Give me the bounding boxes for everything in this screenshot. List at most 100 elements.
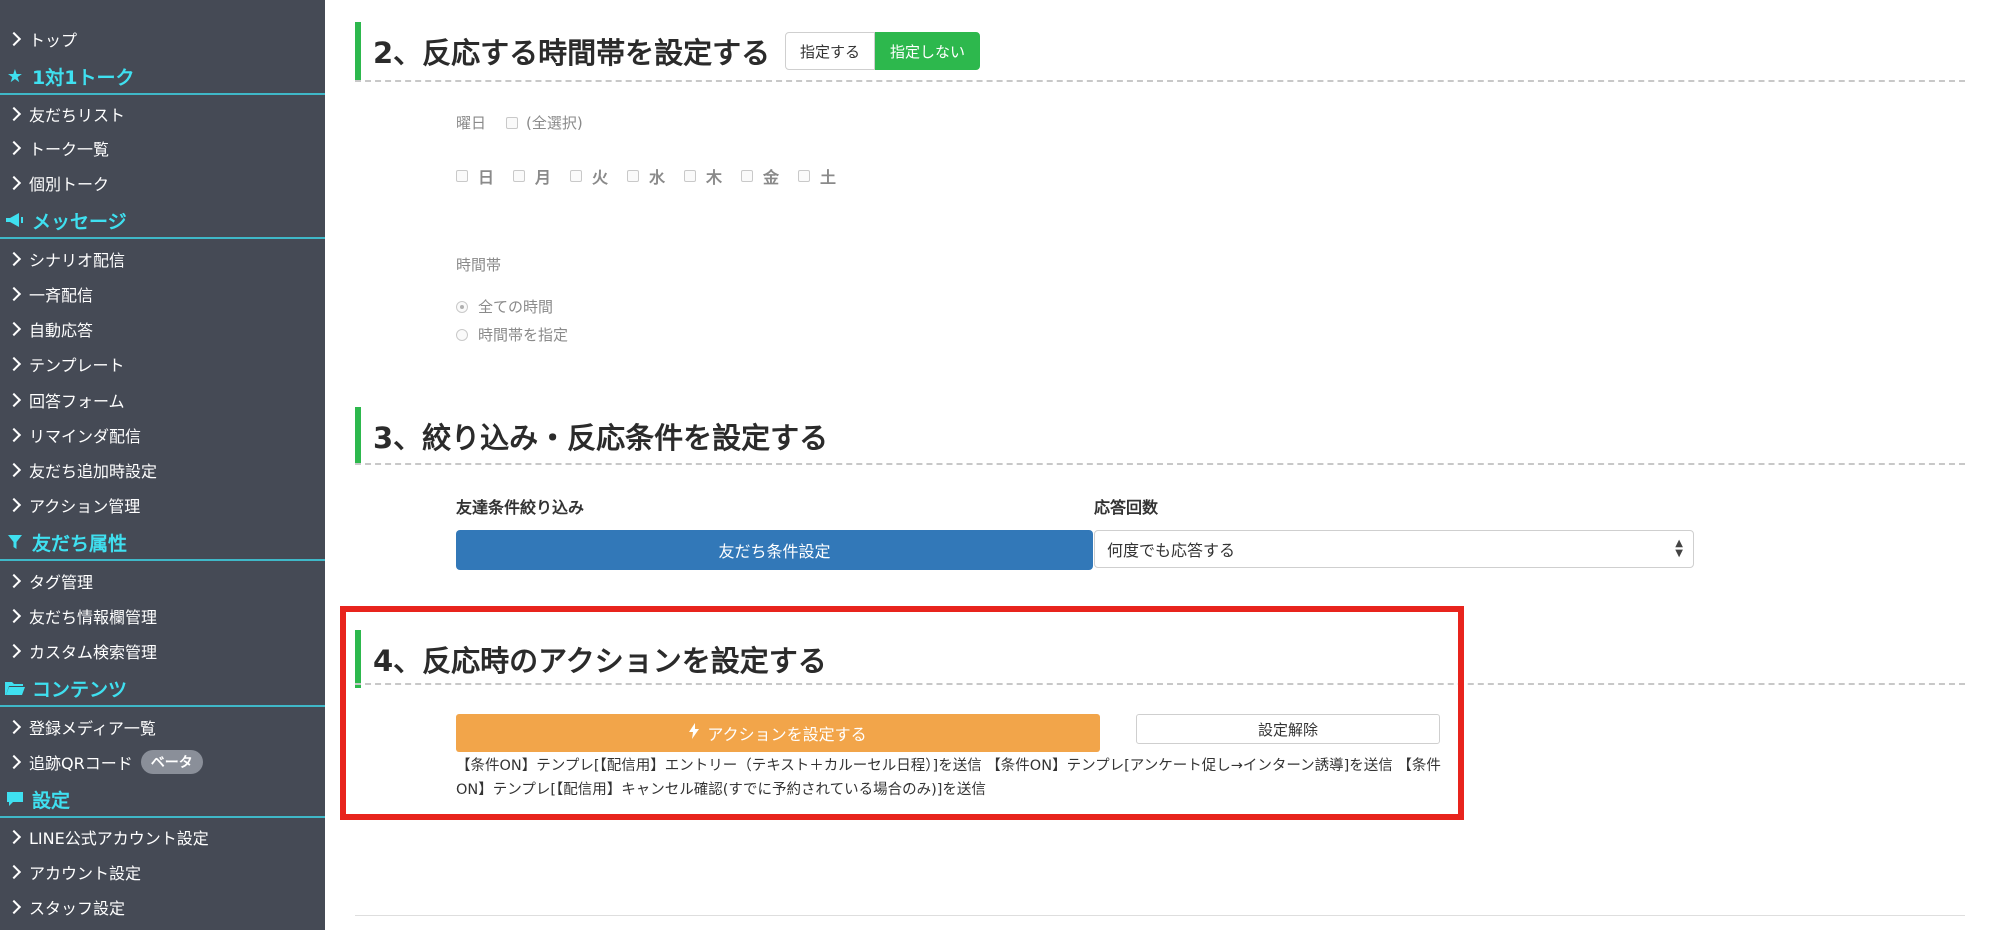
day-checkbox[interactable] xyxy=(684,170,696,182)
day-label: 水 xyxy=(649,168,666,187)
response-count-value: 何度でも応答する xyxy=(1107,541,1236,560)
sidebar-section-talk: ★ 1対1トーク xyxy=(0,59,325,95)
sidebar-item-action-manage[interactable]: アクション管理 xyxy=(0,488,325,522)
chevron-right-icon xyxy=(6,286,22,302)
day-checkbox[interactable] xyxy=(798,170,810,182)
day-checkbox[interactable] xyxy=(570,170,582,182)
sidebar-item-friend-list[interactable]: 友だちリスト xyxy=(0,97,325,131)
sidebar-section-attr: 友だち属性 xyxy=(0,525,325,561)
sidebar-item-label: 一斉配信 xyxy=(29,286,94,305)
sidebar-item-label: リマインダ配信 xyxy=(29,427,142,446)
sidebar-item-label: 自動応答 xyxy=(29,321,94,340)
section3-title: 3、絞り込み・反応条件を設定する xyxy=(355,407,828,465)
filter-label: 友達条件絞り込み xyxy=(456,498,585,517)
sidebar-item-label: カスタム検索管理 xyxy=(29,643,158,662)
sidebar-item-friend-add-settings[interactable]: 友だち追加時設定 xyxy=(0,453,325,487)
sidebar-item-label: スタッフ設定 xyxy=(29,899,126,918)
sidebar-item-label: テンプレート xyxy=(29,356,125,375)
day-wed: 水 xyxy=(627,164,665,188)
chevron-right-icon xyxy=(6,392,22,408)
day-checkbox[interactable] xyxy=(741,170,753,182)
option-all-time: 全ての時間 xyxy=(456,296,553,317)
select-all-label: (全選択) xyxy=(526,114,583,132)
sidebar-item-individual-talk[interactable]: 個別トーク xyxy=(0,166,325,200)
sidebar-item-label: トーク一覧 xyxy=(29,140,110,159)
chevron-right-icon xyxy=(6,829,22,845)
filter-icon xyxy=(4,534,26,550)
radio-specify-time[interactable] xyxy=(456,328,468,341)
day-tue: 火 xyxy=(570,164,608,188)
sidebar-item-label: アクション管理 xyxy=(29,497,141,516)
day-checkbox[interactable] xyxy=(456,170,468,182)
sidebar-item-label: 友だちリスト xyxy=(29,106,126,125)
sidebar-item-label: 友だち追加時設定 xyxy=(29,462,158,481)
chevron-right-icon xyxy=(6,427,22,443)
chevron-right-icon xyxy=(6,643,22,659)
sidebar-item-media-list[interactable]: 登録メディア一覧 xyxy=(0,710,325,744)
day-checkbox[interactable] xyxy=(513,170,525,182)
day-label: 土 xyxy=(820,168,837,187)
section-label: 友だち属性 xyxy=(32,532,128,555)
sidebar-item-reminder[interactable]: リマインダ配信 xyxy=(0,418,325,452)
sidebar-item-label: 個別トーク xyxy=(29,175,110,194)
sidebar-item-template[interactable]: テンプレート xyxy=(0,347,325,381)
chevron-right-icon xyxy=(6,140,22,156)
sidebar-item-auto-reply[interactable]: 自動応答 xyxy=(0,312,325,346)
radio-all-time[interactable] xyxy=(456,300,468,313)
section-label: コンテンツ xyxy=(32,678,128,701)
day-sat: 土 xyxy=(798,164,836,188)
response-count-select[interactable]: 何度でも応答する ▲ ▼ xyxy=(1094,530,1694,568)
sidebar-item-scenario[interactable]: シナリオ配信 xyxy=(0,242,325,276)
response-count-label: 応答回数 xyxy=(1094,498,1159,517)
sidebar-item-custom-search[interactable]: カスタム検索管理 xyxy=(0,634,325,668)
section-title-text: 2、反応する時間帯を設定する xyxy=(373,36,771,70)
select-all-checkbox[interactable] xyxy=(506,116,518,129)
chevron-right-icon xyxy=(6,251,22,267)
day-label: 月 xyxy=(535,168,552,187)
weekday-label: 曜日 xyxy=(456,114,487,132)
sidebar-item-friend-info-manage[interactable]: 友だち情報欄管理 xyxy=(0,599,325,633)
section-label: 設定 xyxy=(32,789,71,812)
sidebar-item-label: 登録メディア一覧 xyxy=(29,719,156,738)
beta-badge: ベータ xyxy=(140,750,203,774)
toggle-not-specify-button[interactable]: 指定しない xyxy=(875,32,981,70)
sidebar-item-account-settings[interactable]: アカウント設定 xyxy=(0,855,325,889)
option-specify-time: 時間帯を指定 xyxy=(456,324,568,345)
megaphone-icon xyxy=(4,212,26,228)
chevron-right-icon xyxy=(6,462,22,478)
friend-filter-button[interactable]: 友だち条件設定 xyxy=(456,530,1093,570)
day-checkbox[interactable] xyxy=(627,170,639,182)
section2-title: 2、反応する時間帯を設定する xyxy=(355,22,770,80)
chevron-right-icon xyxy=(6,754,22,770)
toggle-specify-button[interactable]: 指定する xyxy=(785,32,876,70)
day-label: 日 xyxy=(478,168,495,187)
sidebar-item-qr-code[interactable]: 追跡QRコード ベータ xyxy=(0,745,325,779)
sidebar-item-top[interactable]: トップ xyxy=(0,22,325,56)
chevron-right-icon xyxy=(6,864,22,880)
sidebar-section-contents: コンテンツ xyxy=(0,671,325,707)
app-root: トップ ★ 1対1トーク 友だちリスト トーク一覧 個別トーク メッセージ シナリ… xyxy=(0,0,1990,930)
chevron-right-icon xyxy=(6,106,22,122)
sidebar-item-talk-list[interactable]: トーク一覧 xyxy=(0,131,325,165)
sidebar-item-label: LINE公式アカウント設定 xyxy=(29,829,209,848)
select-all-group: (全選択) xyxy=(506,112,583,133)
section-label: 1対1トーク xyxy=(32,66,135,89)
sidebar-item-broadcast[interactable]: 一斉配信 xyxy=(0,277,325,311)
speech-bubble-icon xyxy=(4,791,26,807)
sidebar-item-answer-form[interactable]: 回答フォーム xyxy=(0,383,325,417)
sidebar-section-settings: 設定 xyxy=(0,782,325,818)
sidebar-item-staff-settings[interactable]: スタッフ設定 xyxy=(0,890,325,924)
chevron-right-icon xyxy=(6,321,22,337)
sidebar-item-tag-manage[interactable]: タグ管理 xyxy=(0,564,325,598)
chevron-right-icon xyxy=(6,899,22,915)
sidebar: トップ ★ 1対1トーク 友だちリスト トーク一覧 個別トーク メッセージ シナリ… xyxy=(0,0,325,930)
sidebar-item-line-account[interactable]: LINE公式アカウント設定 xyxy=(0,820,325,854)
day-thu: 木 xyxy=(684,164,722,188)
star-icon: ★ xyxy=(6,65,24,87)
chevron-right-icon xyxy=(6,175,22,191)
option-label: 全ての時間 xyxy=(478,298,554,316)
sidebar-item-label: 回答フォーム xyxy=(29,392,125,411)
section-divider xyxy=(355,80,1965,82)
chevron-right-icon xyxy=(6,608,22,624)
sidebar-item-label: 友だち情報欄管理 xyxy=(29,608,158,627)
